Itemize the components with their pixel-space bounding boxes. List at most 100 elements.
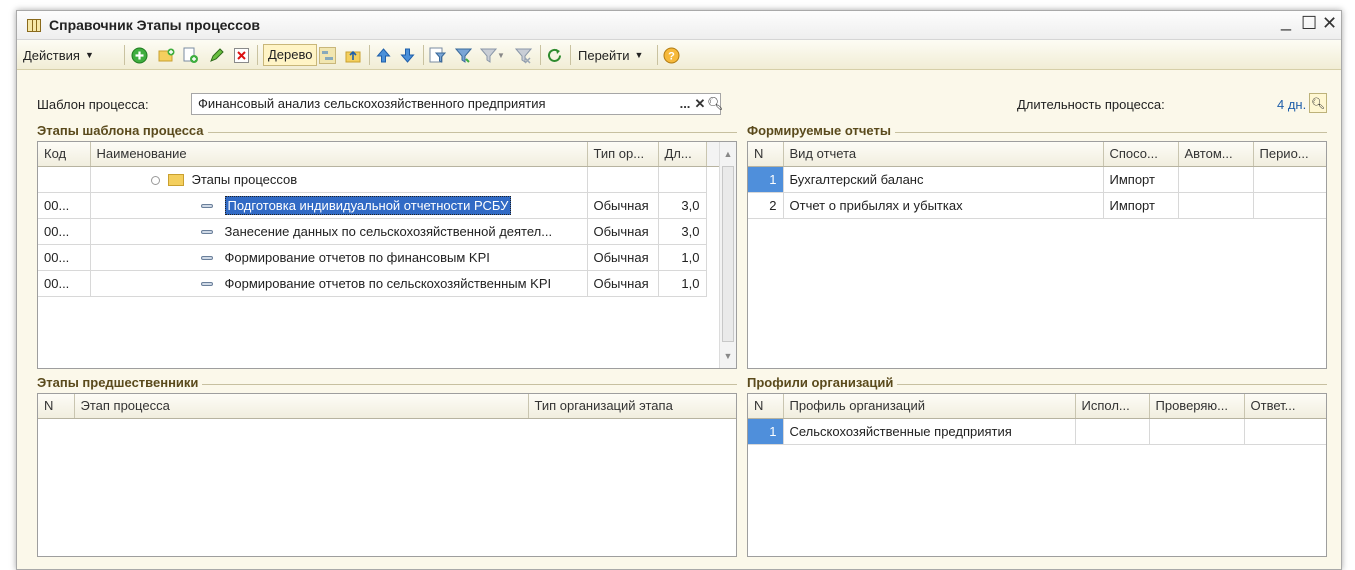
actions-label: Действия <box>23 47 80 63</box>
cell-responsible <box>1244 418 1326 445</box>
help-button[interactable]: ? <box>663 44 680 66</box>
svg-text:?: ? <box>668 50 675 62</box>
reports-table[interactable]: N Вид отчета Спосо... Автом... Перио... … <box>747 141 1327 369</box>
table-row[interactable]: 00... Формирование отчетов по сельскохоз… <box>38 270 736 297</box>
chevron-down-icon: ▼ <box>84 50 94 60</box>
table-row[interactable]: 1 Сельскохозяйственные предприятия <box>748 418 1326 445</box>
cell-code: 00... <box>38 192 91 219</box>
cell-n: 1 <box>748 418 784 445</box>
table-row[interactable]: 00... Занесение данных по сельскохозяйст… <box>38 218 736 245</box>
window-title: Справочник Этапы процессов <box>49 17 261 33</box>
refresh-icon <box>548 48 561 62</box>
cell-auto <box>1178 166 1254 193</box>
duration-label: Длительность процесса: <box>1017 97 1165 112</box>
clear-filter-button[interactable] <box>515 44 532 66</box>
cell-n: 2 <box>748 192 784 219</box>
column-header-report-type[interactable]: Вид отчета <box>783 142 1104 167</box>
folder-up-icon <box>345 50 361 62</box>
scroll-thumb[interactable] <box>722 166 734 342</box>
cell-duration: 1,0 <box>658 270 707 297</box>
filter-history-button[interactable]: ▼ <box>480 44 505 66</box>
table-header-row: N Профиль организаций Испол... Проверяю.… <box>748 394 1326 419</box>
copy-button[interactable] <box>182 44 199 66</box>
set-filter-button[interactable] <box>429 44 446 66</box>
column-header-auto[interactable]: Автом... <box>1178 142 1254 167</box>
profiles-table[interactable]: N Профиль организаций Испол... Проверяю.… <box>747 393 1327 557</box>
cell-report-name: Отчет о прибылях и убытках <box>783 192 1104 219</box>
cell-method: Импорт <box>1103 192 1179 219</box>
cell-duration: 3,0 <box>658 192 707 219</box>
scroll-down-icon[interactable]: ▼ <box>720 348 736 364</box>
add-button[interactable] <box>131 44 148 66</box>
column-header-duration[interactable]: Дл... <box>658 142 707 167</box>
item-icon <box>200 282 213 287</box>
actions-menu-button[interactable]: Действия ▼ <box>21 44 94 66</box>
item-icon <box>200 256 213 261</box>
search-icon: 🔍︎ <box>1311 97 1325 110</box>
filter-by-value-button[interactable] <box>455 44 472 66</box>
table-row[interactable]: 00... Подготовка индивидуальной отчетнос… <box>38 192 736 219</box>
minimize-icon[interactable]: _ <box>1281 11 1291 32</box>
chevron-down-icon: ▼ <box>497 50 505 60</box>
row-name: Формирование отчетов по финансовым KPI <box>224 249 490 265</box>
cell-auto <box>1178 192 1254 219</box>
cell-code <box>38 166 91 193</box>
table-row[interactable]: 00... Формирование отчетов по финансовым… <box>38 244 736 271</box>
column-header-responsible[interactable]: Ответ... <box>1244 394 1326 419</box>
stages-table[interactable]: Код Наименование Тип ор... Дл... Этапы п… <box>37 141 737 369</box>
close-icon[interactable]: ✕ <box>1322 13 1337 34</box>
cell-code: 00... <box>38 218 91 245</box>
cell-name: Занесение данных по сельскохозяйственной… <box>90 218 588 245</box>
column-header-name[interactable]: Наименование <box>90 142 588 167</box>
goto-menu-button[interactable]: Перейти ▼ <box>576 44 643 66</box>
predecessors-table[interactable]: N Этап процесса Тип организаций этапа <box>37 393 737 557</box>
edit-button[interactable] <box>208 44 225 66</box>
cell-method: Импорт <box>1103 166 1179 193</box>
cell-name: Этапы процессов <box>90 166 588 193</box>
column-header-reviewer[interactable]: Проверяю... <box>1149 394 1245 419</box>
filter-settings-icon <box>429 47 446 63</box>
stages-group-title: Этапы шаблона процесса <box>37 123 208 138</box>
column-header-stage[interactable]: Этап процесса <box>74 394 529 419</box>
template-field[interactable]: Финансовый анализ сельскохозяйственного … <box>191 93 721 115</box>
table-row[interactable]: Этапы процессов <box>38 166 736 193</box>
stages-scrollbar[interactable]: ▲ ▼ <box>719 142 736 368</box>
cell-name: Формирование отчетов по сельскохозяйстве… <box>90 270 588 297</box>
cell-code: 00... <box>38 244 91 271</box>
ellipsis-button[interactable]: ... <box>677 95 693 115</box>
cell-duration: 3,0 <box>658 218 707 245</box>
list-mode-button[interactable] <box>319 44 336 66</box>
duration-search-button[interactable]: 🔍︎ <box>1309 93 1327 113</box>
template-value: Финансовый анализ сельскохозяйственного … <box>198 96 546 111</box>
copy-icon <box>183 47 198 63</box>
cell-n: 1 <box>748 166 784 193</box>
column-header-n[interactable]: N <box>748 394 784 419</box>
refresh-button[interactable] <box>546 44 563 66</box>
column-header-period[interactable]: Перио... <box>1253 142 1326 167</box>
column-header-executor[interactable]: Испол... <box>1075 394 1150 419</box>
table-row[interactable]: 1 Бухгалтерский баланс Импорт <box>748 166 1326 193</box>
clear-field-icon[interactable]: ✕ <box>693 95 707 115</box>
column-header-profile[interactable]: Профиль организаций <box>783 394 1076 419</box>
column-header-n[interactable]: N <box>748 142 784 167</box>
item-icon <box>200 230 213 235</box>
column-header-type[interactable]: Тип ор... <box>587 142 659 167</box>
up-level-button[interactable] <box>345 44 362 66</box>
column-header-code[interactable]: Код <box>38 142 91 167</box>
toolbar: Действия ▼ Дерево ▼ Перейти ▼ ? <box>17 40 1341 70</box>
tree-toggle-button[interactable]: Дерево <box>263 44 318 66</box>
filter-clear-icon <box>515 48 532 64</box>
column-header-n[interactable]: N <box>38 394 75 419</box>
table-header-row: N Этап процесса Тип организаций этапа <box>38 394 736 419</box>
move-up-button[interactable] <box>375 44 392 66</box>
table-row[interactable]: 2 Отчет о прибылях и убытках Импорт <box>748 192 1326 219</box>
add-group-button[interactable] <box>158 44 175 66</box>
column-header-method[interactable]: Спосо... <box>1103 142 1179 167</box>
expand-circle-icon[interactable] <box>150 175 160 185</box>
move-down-button[interactable] <box>399 44 416 66</box>
delete-button[interactable] <box>233 44 250 66</box>
column-header-org-type[interactable]: Тип организаций этапа <box>528 394 736 419</box>
search-icon[interactable]: 🔍︎ <box>707 95 724 115</box>
maximize-icon[interactable]: ☐ <box>1301 13 1317 34</box>
scroll-up-icon[interactable]: ▲ <box>720 146 736 162</box>
